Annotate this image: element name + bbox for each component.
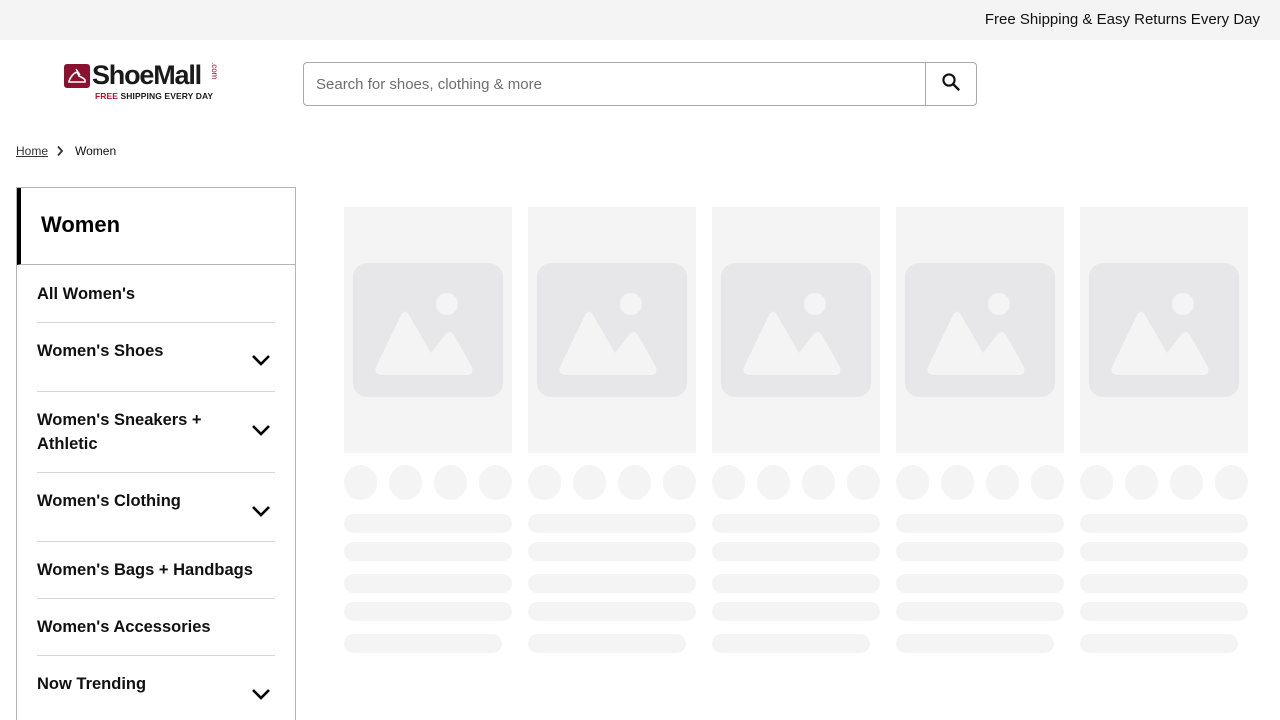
sidebar-item-label: Now Trending [37, 675, 147, 693]
color-swatch-placeholder [1170, 465, 1203, 500]
color-swatch-placeholder [1080, 465, 1113, 500]
sidebar-item-womens-sneakers-athletic[interactable]: Women's Sneakers + Athletic [37, 392, 275, 473]
color-swatch-placeholder [757, 465, 790, 500]
color-swatch-placeholder [389, 465, 422, 500]
logo-tagline-rest: SHIPPING EVERY DAY [118, 91, 214, 101]
color-swatch-placeholder [528, 465, 561, 500]
top-banner: Free Shipping & Easy Returns Every Day [0, 0, 1280, 40]
product-image-placeholder [528, 207, 696, 453]
text-line-placeholder [896, 542, 1064, 561]
text-line-placeholder [1080, 602, 1248, 621]
product-image-placeholder [1080, 207, 1248, 453]
sidebar-item-womens-bags-handbags[interactable]: Women's Bags + Handbags [37, 542, 275, 599]
product-image-placeholder [896, 207, 1064, 453]
text-line-placeholder [528, 602, 696, 621]
chevron-down-icon[interactable] [251, 504, 271, 522]
sidebar-item-label: Women's Shoes [37, 342, 164, 360]
color-swatch-placeholder [896, 465, 929, 500]
text-line-placeholder [712, 542, 880, 561]
text-line-placeholder [1080, 542, 1248, 561]
chevron-down-icon[interactable] [251, 423, 271, 441]
sidebar-item-womens-shoes[interactable]: Women's Shoes [37, 323, 275, 392]
text-line-placeholder [1080, 514, 1248, 533]
text-line-placeholder [896, 574, 1064, 593]
top-banner-text: Free Shipping & Easy Returns Every Day [984, 11, 1260, 28]
color-swatch-placeholder [1215, 465, 1248, 500]
text-line-placeholder [344, 514, 512, 533]
text-line-placeholder [896, 634, 1054, 653]
logo-dotcom: .com [210, 62, 219, 80]
product-image-placeholder [712, 207, 880, 453]
text-line-placeholder [344, 574, 512, 593]
logo-tagline: FREE SHIPPING EVERY DAY [95, 91, 213, 101]
sidebar-header: Women [17, 188, 295, 265]
chevron-down-icon[interactable] [251, 353, 271, 371]
sidebar-item-now-trending[interactable]: Now Trending [37, 656, 275, 720]
breadcrumb-home-link[interactable]: Home [16, 144, 48, 158]
text-line-placeholder [344, 542, 512, 561]
text-line-placeholder [712, 602, 880, 621]
breadcrumb: Home Women [16, 144, 116, 158]
search-button[interactable] [925, 63, 976, 105]
sidebar-item-womens-clothing[interactable]: Women's Clothing [37, 473, 275, 542]
logo-wordmark: ShoeMall [92, 60, 202, 90]
sidebar-item-label: Women's Accessories [37, 618, 211, 636]
site-logo[interactable]: ShoeMall .com FREE SHIPPING EVERY DAY [62, 60, 222, 104]
search-bar [303, 62, 977, 106]
category-sidebar: Women All Women's Women's Shoes Women's … [16, 187, 296, 720]
search-icon [941, 72, 961, 97]
color-swatch-placeholder [941, 465, 974, 500]
sidebar-item-label: Women's Clothing [37, 492, 181, 510]
text-line-placeholder [528, 634, 686, 653]
text-line-placeholder [712, 574, 880, 593]
image-placeholder-icon [905, 263, 1055, 397]
text-line-placeholder [344, 634, 502, 653]
sidebar-item-label: All Women's [37, 285, 136, 303]
color-swatch-placeholder [573, 465, 606, 500]
text-line-placeholder [1080, 574, 1248, 593]
search-input[interactable] [304, 63, 926, 105]
breadcrumb-current: Women [75, 144, 117, 158]
sidebar-item-all-womens[interactable]: All Women's [37, 266, 275, 323]
text-line-placeholder [896, 602, 1064, 621]
text-line-placeholder [528, 574, 696, 593]
sidebar-item-label: Women's Sneakers + Athletic [37, 411, 202, 453]
color-swatch-placeholder [434, 465, 467, 500]
image-placeholder-icon [537, 263, 687, 397]
logo-shoe-icon [64, 64, 90, 88]
logo-tagline-free: FREE [95, 91, 119, 101]
text-line-placeholder [896, 514, 1064, 533]
color-swatch-placeholder [344, 465, 377, 500]
text-line-placeholder [712, 634, 870, 653]
text-line-placeholder [1080, 634, 1238, 653]
product-image-placeholder [344, 207, 512, 453]
text-line-placeholder [344, 602, 512, 621]
color-swatch-placeholder [618, 465, 651, 500]
text-line-placeholder [712, 514, 880, 533]
chevron-right-icon [56, 145, 64, 157]
chevron-down-icon[interactable] [251, 687, 271, 705]
image-placeholder-icon [353, 263, 503, 397]
text-line-placeholder [528, 514, 696, 533]
color-swatch-placeholder [802, 465, 835, 500]
color-swatch-placeholder [847, 465, 880, 500]
image-placeholder-icon [721, 263, 871, 397]
color-swatch-placeholder [1031, 465, 1064, 500]
sidebar-item-label: Women's Bags + Handbags [37, 561, 253, 579]
color-swatch-placeholder [663, 465, 696, 500]
color-swatch-placeholder [986, 465, 1019, 500]
text-line-placeholder [528, 542, 696, 561]
sidebar-item-womens-accessories[interactable]: Women's Accessories [37, 599, 275, 656]
color-swatch-placeholder [479, 465, 512, 500]
sidebar-title: Women [41, 212, 121, 237]
color-swatch-placeholder [1125, 465, 1158, 500]
image-placeholder-icon [1089, 263, 1239, 397]
color-swatch-placeholder [712, 465, 745, 500]
